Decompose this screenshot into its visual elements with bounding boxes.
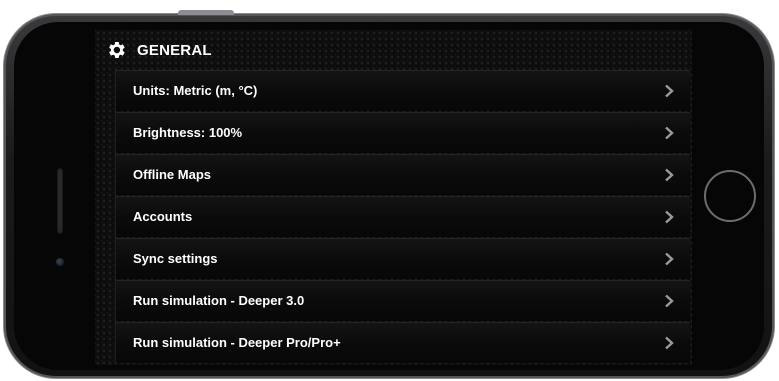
settings-item-accounts[interactable]: Accounts: [115, 196, 690, 237]
section-title: GENERAL: [137, 41, 212, 59]
settings-list: Units: Metric (m, °C) Brightness: 100% O…: [115, 70, 690, 364]
chevron-right-icon: [665, 210, 674, 224]
settings-item-units[interactable]: Units: Metric (m, °C): [115, 70, 690, 111]
chevron-right-icon: [665, 336, 674, 350]
chevron-right-icon: [665, 84, 674, 98]
side-button: [178, 10, 234, 15]
settings-item-label: Units: Metric (m, °C): [133, 83, 258, 98]
settings-item-sync-settings[interactable]: Sync settings: [115, 238, 690, 279]
settings-item-label: Run simulation - Deeper 3.0: [133, 293, 305, 308]
settings-item-label: Brightness: 100%: [133, 125, 243, 140]
settings-item-run-simulation-deeper-3[interactable]: Run simulation - Deeper 3.0: [115, 280, 690, 321]
settings-item-offline-maps[interactable]: Offline Maps: [115, 154, 690, 195]
settings-item-label: Sync settings: [133, 251, 218, 266]
settings-item-run-simulation-deeper-pro[interactable]: Run simulation - Deeper Pro/Pro+: [115, 322, 690, 363]
earpiece-speaker: [57, 168, 63, 234]
chevron-right-icon: [665, 252, 674, 266]
settings-item-label: Accounts: [133, 209, 193, 224]
chevron-right-icon: [665, 168, 674, 182]
gear-icon: [109, 42, 125, 58]
front-camera: [56, 258, 64, 266]
settings-item-label: Offline Maps: [133, 167, 212, 182]
chevron-right-icon: [665, 126, 674, 140]
section-header: GENERAL: [105, 36, 212, 64]
app-screen: GENERAL Units: Metric (m, °C) Brightness…: [95, 30, 692, 365]
chevron-right-icon: [665, 294, 674, 308]
settings-item-brightness[interactable]: Brightness: 100%: [115, 112, 690, 153]
home-button[interactable]: [704, 170, 756, 222]
settings-item-label: Run simulation - Deeper Pro/Pro+: [133, 335, 341, 350]
